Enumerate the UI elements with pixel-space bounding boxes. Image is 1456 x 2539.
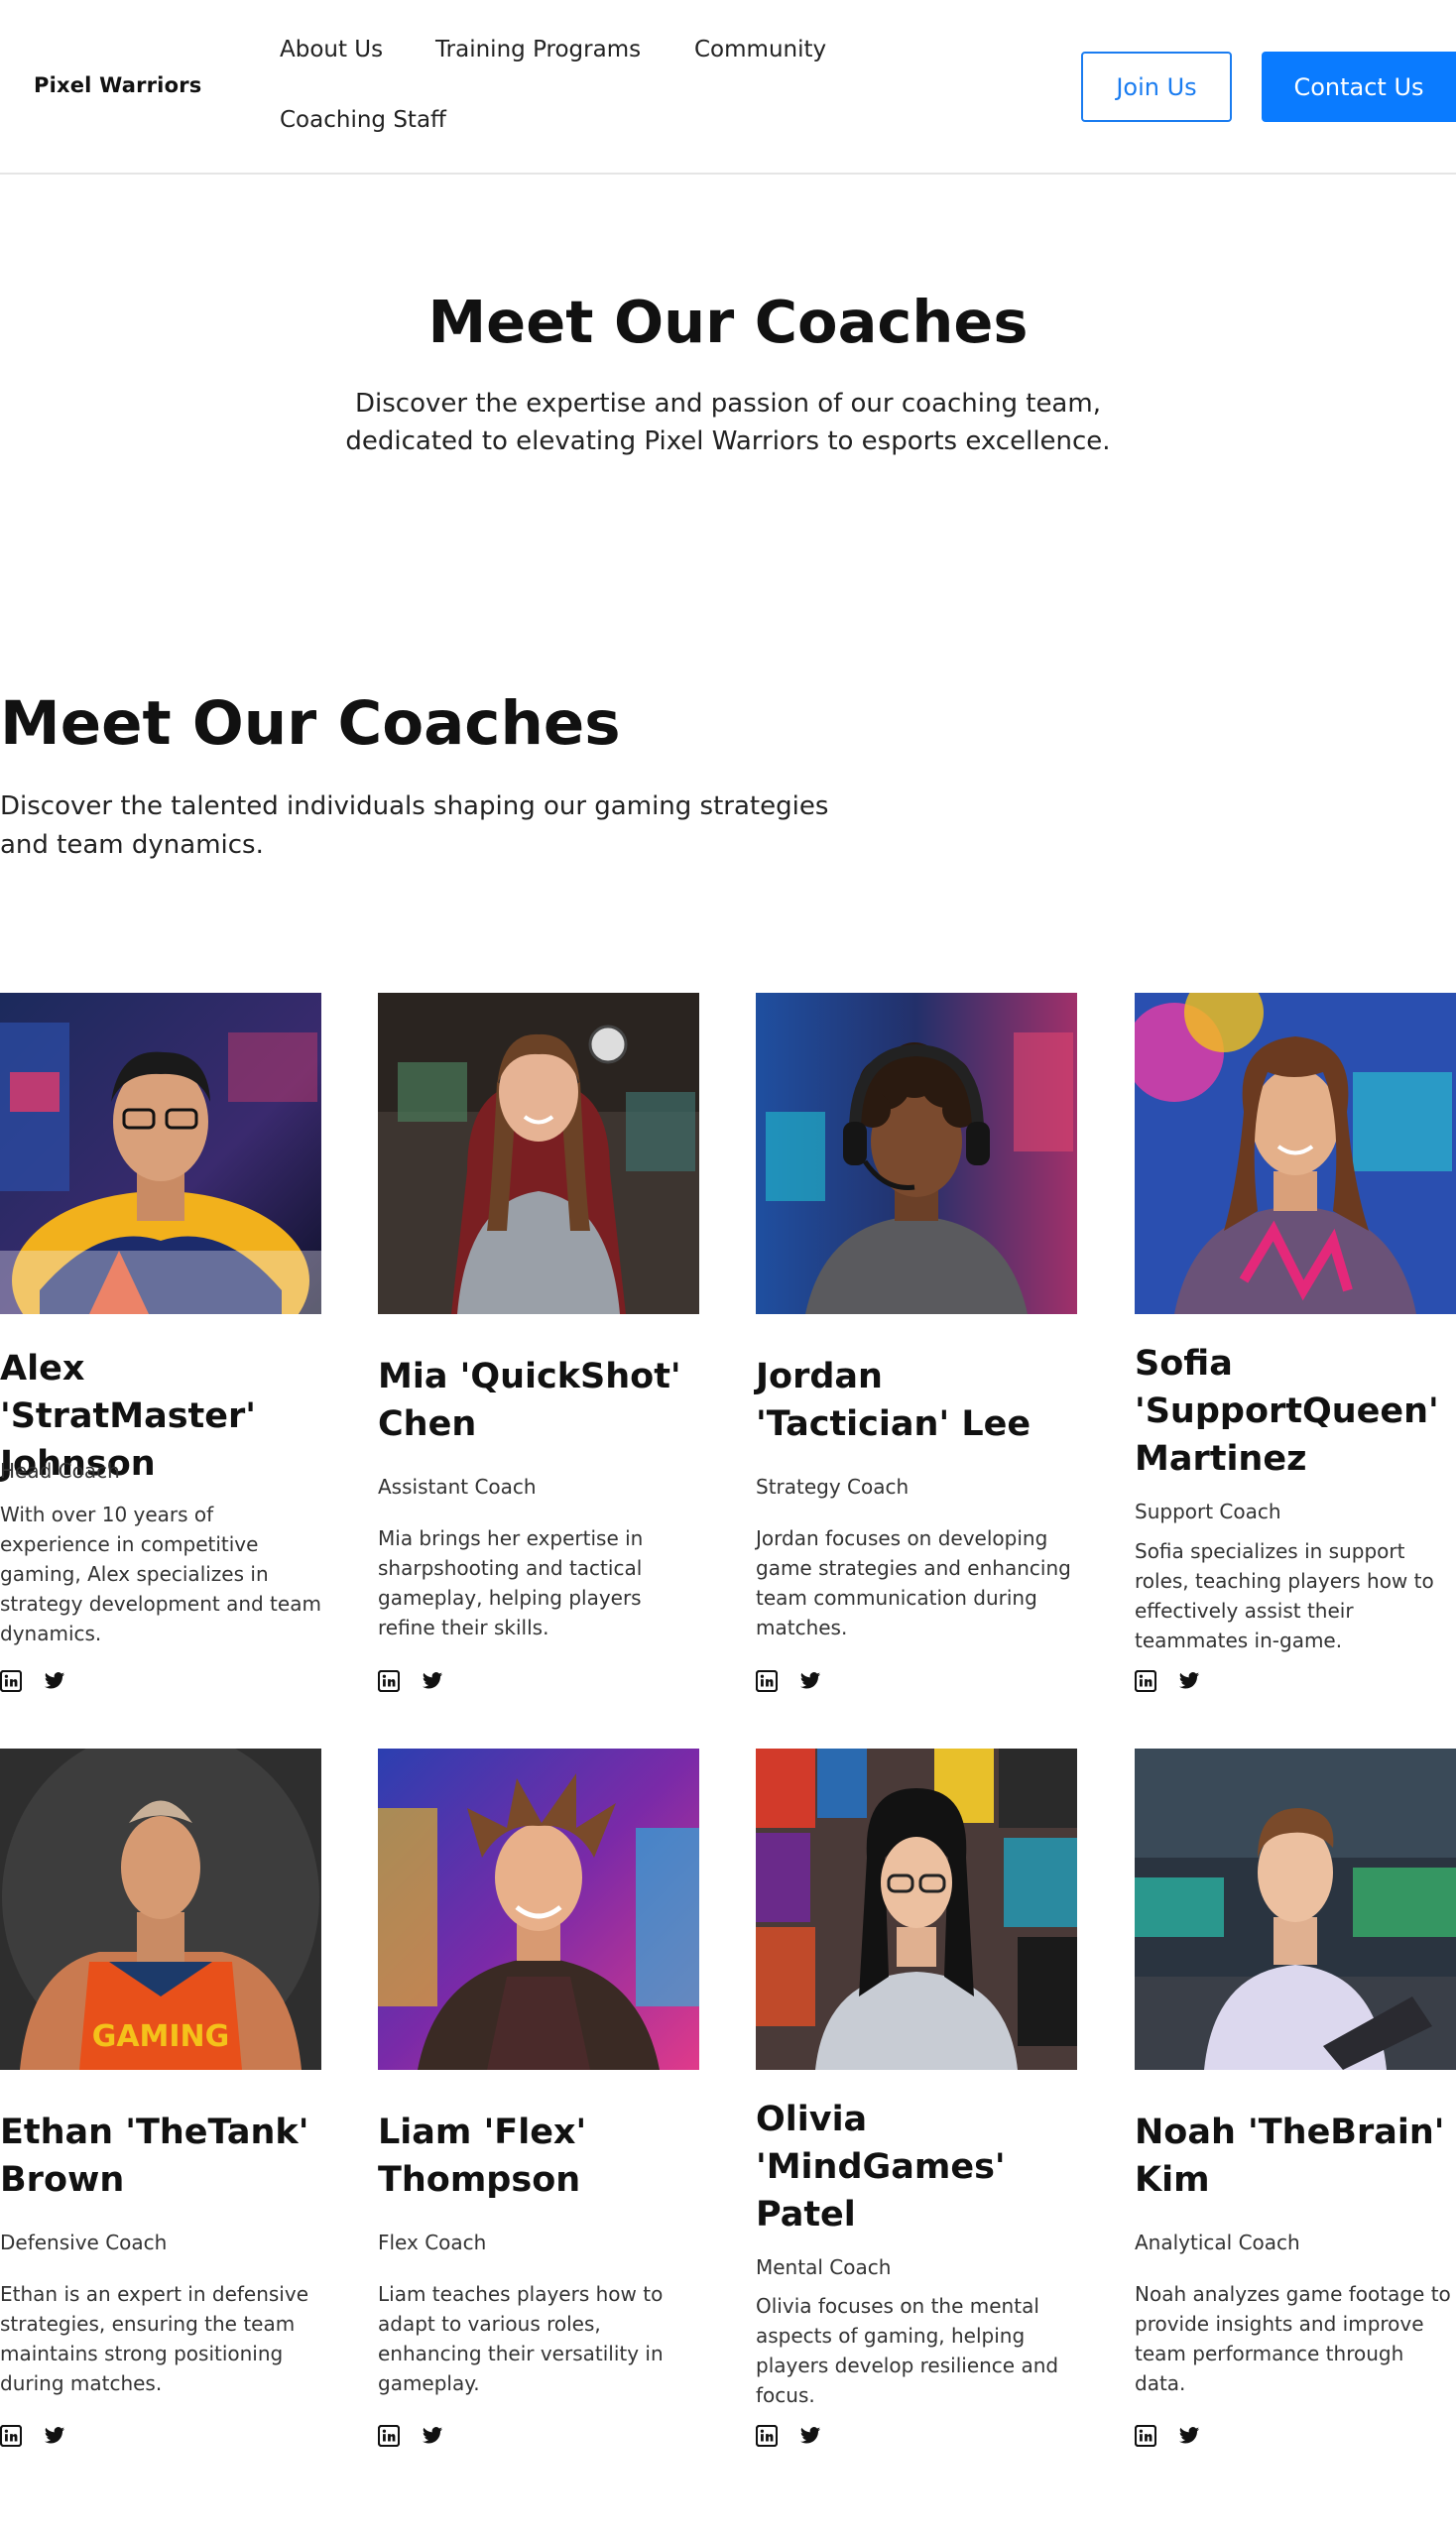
hero-subtitle: Discover the expertise and passion of ou…: [345, 389, 1111, 456]
coach-bio: Jordan focuses on developing game strate…: [756, 1526, 1071, 1639]
linkedin-icon[interactable]: [1135, 1670, 1156, 1692]
twitter-icon[interactable]: [44, 1670, 65, 1692]
social-links: [0, 2425, 65, 2447]
coach-name: Ethan 'TheTank' Brown: [0, 2113, 309, 2200]
coach-photo: [756, 993, 1077, 1314]
section-title: Meet Our Coaches: [0, 688, 621, 759]
linkedin-icon[interactable]: [756, 1670, 778, 1692]
coach-role: Support Coach: [1135, 1500, 1281, 1523]
coach-name: Mia 'QuickShot' Chen: [378, 1357, 681, 1444]
coach-bio: Liam teaches players how to adapt to var…: [378, 2282, 664, 2395]
coach-bio: Noah analyzes game footage to provide in…: [1135, 2282, 1451, 2395]
twitter-icon[interactable]: [422, 1670, 443, 1692]
linkedin-icon[interactable]: [378, 2425, 400, 2447]
coach-name: Sofia 'SupportQueen' Martinez: [1135, 1344, 1439, 1479]
twitter-icon[interactable]: [1178, 1670, 1200, 1692]
coach-role: Strategy Coach: [756, 1475, 910, 1499]
linkedin-icon[interactable]: [0, 1670, 22, 1692]
linkedin-icon[interactable]: [378, 1670, 400, 1692]
coach-photo: [378, 1749, 699, 2070]
linkedin-icon[interactable]: [0, 2425, 22, 2447]
social-links: [378, 2425, 443, 2447]
social-links: [756, 2425, 821, 2447]
social-links: [0, 1670, 65, 1692]
social-links: [756, 1670, 821, 1692]
coach-role: Defensive Coach: [0, 2231, 168, 2254]
svg-text:GAMING: GAMING: [92, 2019, 230, 2054]
linkedin-icon[interactable]: [1135, 2425, 1156, 2447]
coach-photo: [378, 993, 699, 1314]
hero-title: Meet Our Coaches: [427, 288, 1029, 356]
coach-photo: GAMING: [0, 1749, 321, 2070]
twitter-icon[interactable]: [799, 2425, 821, 2447]
coach-name: Olivia 'MindGames' Patel: [756, 2100, 1006, 2235]
site-header: Pixel Warriors About Us Training Program…: [0, 0, 1456, 175]
coach-role: Flex Coach: [378, 2231, 487, 2254]
coach-name: Noah 'TheBrain' Kim: [1135, 2113, 1445, 2200]
site-logo[interactable]: Pixel Warriors: [34, 73, 201, 97]
coach-photo: [1135, 993, 1456, 1314]
coach-bio: Mia brings her expertise in sharpshootin…: [378, 1526, 644, 1639]
twitter-icon[interactable]: [44, 2425, 65, 2447]
coach-role: Assistant Coach: [378, 1475, 537, 1499]
coach-bio: Olivia focuses on the mental aspects of …: [756, 2294, 1059, 2407]
coach-bio: Ethan is an expert in defensive strategi…: [0, 2282, 309, 2395]
coach-photo: [756, 1749, 1077, 2070]
social-links: [1135, 2425, 1200, 2447]
social-links: [378, 1670, 443, 1692]
coach-name: Liam 'Flex' Thompson: [378, 2113, 587, 2200]
nav-training-programs[interactable]: Training Programs: [435, 37, 641, 62]
twitter-icon[interactable]: [799, 1670, 821, 1692]
coach-name: Jordan 'Tactician' Lee: [756, 1357, 1031, 1444]
section-subtitle: Discover the talented individuals shapin…: [0, 791, 829, 860]
join-us-button[interactable]: Join Us: [1081, 52, 1232, 122]
social-links: [1135, 1670, 1200, 1692]
coach-role: Mental Coach: [756, 2255, 892, 2279]
coach-photo: [0, 993, 321, 1314]
contact-us-button[interactable]: Contact Us: [1262, 52, 1456, 122]
nav-about-us[interactable]: About Us: [280, 37, 383, 62]
linkedin-icon[interactable]: [756, 2425, 778, 2447]
coach-role: Head Coach: [0, 1459, 120, 1483]
coach-bio: With over 10 years of experience in comp…: [0, 1503, 321, 1645]
twitter-icon[interactable]: [422, 2425, 443, 2447]
nav-coaching-staff[interactable]: Coaching Staff: [280, 107, 446, 133]
coach-role: Analytical Coach: [1135, 2231, 1300, 2254]
coach-bio: Sofia specializes in support roles, teac…: [1135, 1539, 1434, 1652]
twitter-icon[interactable]: [1178, 2425, 1200, 2447]
nav-community[interactable]: Community: [694, 37, 826, 62]
coach-photo: [1135, 1749, 1456, 2070]
